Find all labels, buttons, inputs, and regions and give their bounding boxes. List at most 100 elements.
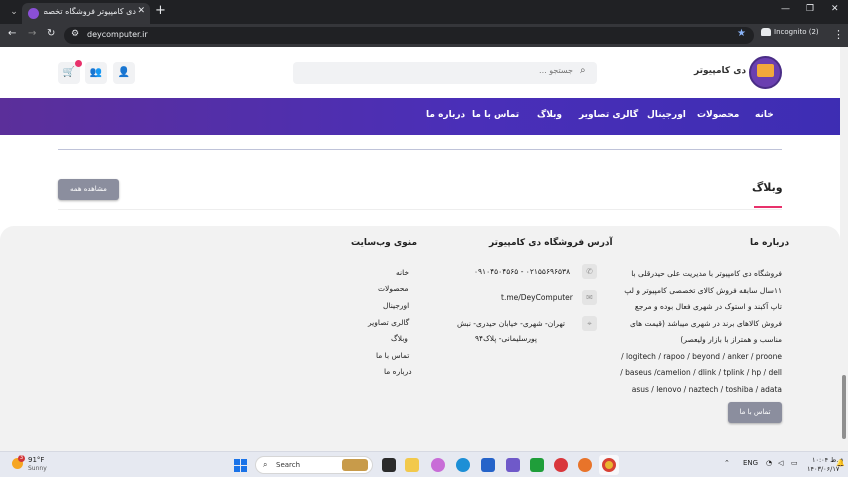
see-all-button[interactable]: مشاهده همه [58, 179, 119, 200]
edge-icon[interactable] [456, 458, 470, 472]
weather-desc[interactable]: Sunny [28, 465, 47, 472]
section-divider [58, 209, 782, 210]
divider [58, 149, 782, 150]
browser-toolbar: ← → ↻ ⚙ deycomputer.ir ★ Incognito (2) ⋮ [0, 24, 848, 47]
battery-icon[interactable]: ▭ [791, 459, 798, 467]
search-input[interactable] [333, 66, 573, 75]
browser-tab-bar: ⌄ دی کامپیوتر فروشگاه تخصصی ل... ✕ + — ❐… [0, 0, 848, 24]
cart-badge [75, 60, 82, 67]
about-line: مناسب و همتراز با بازار ولیعصر) [680, 335, 782, 344]
about-line: تاپ آکبند و استوک در شهری فعال بوده و مر… [634, 302, 782, 311]
new-tab-icon[interactable]: + [155, 3, 166, 18]
nav-item-about[interactable]: درباره ما [426, 110, 465, 120]
browser-tab[interactable]: دی کامپیوتر فروشگاه تخصصی ل... ✕ [22, 3, 150, 24]
brands-line: baseus /camelion / dlink / tplink / hp /… [620, 368, 782, 377]
bookmark-star-icon[interactable]: ★ [737, 28, 746, 39]
notification-icon[interactable]: 🔔 [836, 459, 845, 467]
search-icon[interactable]: ⌕ [580, 65, 586, 76]
volume-icon[interactable]: ◁ [778, 459, 783, 467]
menu-title: منوی وب‌سایت [351, 238, 418, 248]
site-info-icon[interactable]: ⚙ [71, 29, 79, 39]
footer-link-products[interactable]: محصولات [378, 284, 409, 293]
nav-item-home[interactable]: خانه [755, 110, 774, 120]
nav-item-gallery[interactable]: گالری تصاویر [579, 110, 638, 120]
chrome-icon[interactable] [602, 458, 616, 472]
footer-link-blog[interactable]: وبلاگ [391, 334, 408, 343]
search-icon: ⌕ [263, 460, 268, 469]
footer-link-gallery[interactable]: گالری تصاویر [368, 318, 409, 327]
footer-link-about[interactable]: درباره ما [384, 367, 412, 376]
footer-link-home[interactable]: خانه [396, 268, 409, 277]
forward-icon[interactable]: → [28, 28, 36, 39]
windows-taskbar: 3 91°F Sunny ⌕ Search ⌃ ENG ◔ ◁ ▭ ۱۰:۰۴ … [0, 451, 848, 477]
nav-item-original[interactable]: اورجینال [647, 110, 686, 120]
main-navigation: خانه محصولات اورجینال گالری تصاویر وبلاگ… [0, 98, 848, 135]
about-title: درباره ما [750, 238, 790, 248]
start-button[interactable] [234, 459, 247, 472]
nav-item-products[interactable]: محصولات [697, 110, 739, 120]
blog-section-title: وبلاگ [752, 181, 783, 194]
address-bar[interactable]: ⚙ deycomputer.ir ★ [64, 27, 754, 44]
windows-logo-part [241, 466, 247, 472]
windows-logo-part [234, 466, 240, 472]
favicon-icon [28, 8, 39, 19]
site-logo[interactable] [749, 56, 782, 89]
clock-date[interactable]: ۱۴۰۳/۰۶/۱۷ [807, 465, 839, 473]
store-icon[interactable] [481, 458, 495, 472]
profile-label: Incognito (2) [774, 28, 819, 36]
scrollbar-thumb[interactable] [842, 375, 846, 439]
url-text: deycomputer.ir [87, 30, 148, 39]
opera-icon[interactable] [554, 458, 568, 472]
tab-close-icon[interactable]: ✕ [137, 6, 145, 16]
email-icon: ✉ [582, 290, 597, 305]
file-explorer-icon[interactable] [405, 458, 419, 472]
telegram-link[interactable]: t.me/DeyComputer [501, 293, 573, 302]
language-indicator[interactable]: ENG [743, 459, 758, 467]
tray-chevron-icon[interactable]: ⌃ [724, 459, 730, 467]
location-icon: ⌖ [582, 316, 597, 331]
close-window-icon[interactable]: ✕ [831, 4, 839, 14]
contact-button[interactable]: تماس با ما [728, 402, 782, 423]
about-line: فروشگاه دی کامپیوتر با مدیریت علی حیدرقل… [631, 269, 782, 278]
phone-icon: ✆ [582, 264, 597, 279]
search-box[interactable]: ⌕ [293, 62, 597, 84]
site-name[interactable]: دی کامپیوتر [694, 66, 746, 76]
logo-monitor-icon [757, 64, 774, 77]
back-icon[interactable]: ← [8, 28, 16, 39]
taskbar-search[interactable]: ⌕ Search [255, 456, 373, 474]
brands-line: logitech / rapoo / beyond / anker / proo… [621, 351, 782, 361]
footer-link-original[interactable]: اورجینال [383, 301, 409, 310]
restore-icon[interactable]: ❐ [806, 4, 814, 14]
wifi-icon[interactable]: ◔ [766, 459, 772, 467]
nav-item-blog[interactable]: وبلاگ [537, 110, 562, 120]
reload-icon[interactable]: ↻ [47, 28, 55, 39]
firefox-icon[interactable] [578, 458, 592, 472]
about-line: ۱۱سال سابقه فروش کالای تخصصی کامپیوتر و … [624, 285, 782, 295]
tab-title: دی کامپیوتر فروشگاه تخصصی ل... [44, 7, 136, 16]
task-view-icon[interactable] [382, 458, 396, 472]
browser-menu-icon[interactable]: ⋮ [833, 28, 844, 41]
app-icon[interactable] [506, 458, 520, 472]
address-line: پورسلیمانی- پلاک۹۴ [475, 334, 538, 343]
cart-icon: 🛒 [62, 67, 76, 78]
windows-logo-icon [234, 459, 240, 465]
register-button[interactable]: 👥 [85, 62, 107, 84]
site-footer: درباره ما فروشگاه دی کامپیوتر با مدیریت … [0, 226, 840, 451]
phone-text[interactable]: ۰۲۱۵۵۶۹۶۵۳۸ - ۰۹۱۰۴۵۰۴۵۶۵ [474, 267, 570, 276]
site-header: دی کامپیوتر ⌕ 👤 👥 🛒 [0, 47, 848, 98]
minimize-icon[interactable]: — [781, 4, 790, 14]
title-underline [754, 206, 782, 208]
nav-item-contact[interactable]: تماس با ما [472, 110, 519, 120]
weather-temp[interactable]: 91°F [28, 456, 44, 464]
incognito-icon [761, 28, 771, 36]
incognito-profile[interactable]: Incognito (2) [761, 28, 819, 43]
copilot-icon[interactable] [431, 458, 445, 472]
windows-logo-part [241, 459, 247, 465]
weather-badge: 3 [18, 455, 25, 462]
user-account-button[interactable]: 👤 [113, 62, 135, 84]
footer-link-contact[interactable]: تماس با ما [376, 351, 409, 360]
cart-button[interactable]: 🛒 [58, 60, 82, 84]
tab-search-icon[interactable]: ⌄ [6, 4, 22, 20]
xbox-icon[interactable] [530, 458, 544, 472]
brands-line: asus / lenovo / naztech / toshiba / adat… [631, 384, 782, 394]
